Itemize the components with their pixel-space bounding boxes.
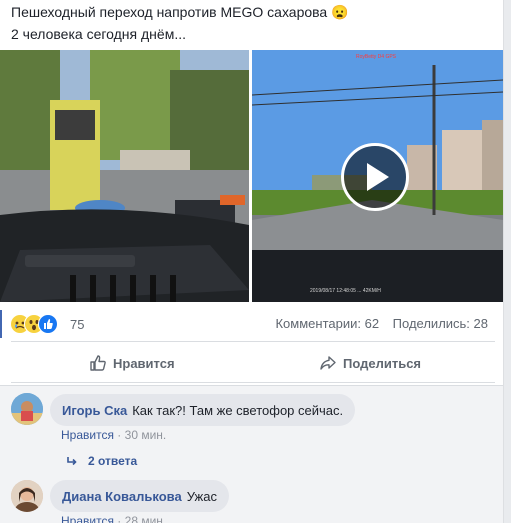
replies-count: 2 ответа	[88, 454, 138, 468]
shares-count[interactable]: Поделились: 28	[393, 316, 488, 331]
comment-text: Ужас	[186, 488, 217, 504]
play-icon	[367, 163, 389, 191]
play-button[interactable]	[341, 143, 409, 211]
post-text-line2: 2 человека сегодня днём...	[11, 26, 186, 42]
post-stats: 75 Комментарии: 62 Поделились: 28	[0, 310, 503, 338]
video-timestamp: 2019/08/17 12:48:05 ... 42KM/H	[310, 288, 381, 294]
reactions-count[interactable]: 75	[70, 317, 84, 332]
comments-count[interactable]: Комментарии: 62	[275, 316, 379, 331]
like-reaction-icon	[38, 314, 58, 334]
avatar[interactable]	[11, 480, 43, 512]
share-label: Поделиться	[343, 355, 422, 371]
comment-text: Как так?! Там же светофор сейчас.	[132, 402, 344, 418]
comment-meta: Нравится · 28 мин.	[61, 514, 166, 523]
like-label: Нравится	[113, 355, 175, 371]
comment-bubble: Диана Ковалькова Ужас	[50, 480, 229, 512]
actions-divider	[11, 382, 495, 383]
comment-time[interactable]: 30 мин.	[125, 428, 167, 442]
comment-time[interactable]: 28 мин.	[125, 514, 167, 523]
post-card: Пешеходный переход напротив MEGO сахаров…	[0, 0, 504, 523]
comment-meta: Нравится · 30 мин.	[61, 428, 167, 442]
comment-author[interactable]: Игорь Ска	[62, 403, 127, 418]
share-icon	[320, 356, 336, 370]
comments-section: Игорь Ска Как так?! Там же светофор сейч…	[0, 385, 503, 523]
comment-author[interactable]: Диана Ковалькова	[62, 489, 182, 504]
stats-right: Комментарии: 62 Поделились: 28	[265, 316, 488, 331]
post-actions: Нравится Поделиться	[11, 346, 495, 380]
like-button[interactable]: Нравится	[89, 346, 175, 380]
comment-bubble: Игорь Ска Как так?! Там же светофор сейч…	[50, 394, 356, 426]
view-replies-link[interactable]: 2 ответа	[66, 454, 137, 468]
avatar[interactable]	[11, 393, 43, 425]
comment-like-link[interactable]: Нравится	[61, 514, 114, 523]
video-watermark: RoyBetty D4 GPS	[356, 54, 397, 60]
stats-divider	[11, 341, 495, 342]
share-button[interactable]: Поделиться	[319, 346, 421, 380]
reply-arrow-icon	[67, 457, 77, 466]
accident-photo[interactable]	[0, 50, 249, 302]
comment-like-link[interactable]: Нравится	[61, 428, 114, 442]
thumbs-up-icon	[90, 355, 106, 371]
post-text-line1: Пешеходный переход напротив MEGO сахаров…	[11, 4, 349, 20]
